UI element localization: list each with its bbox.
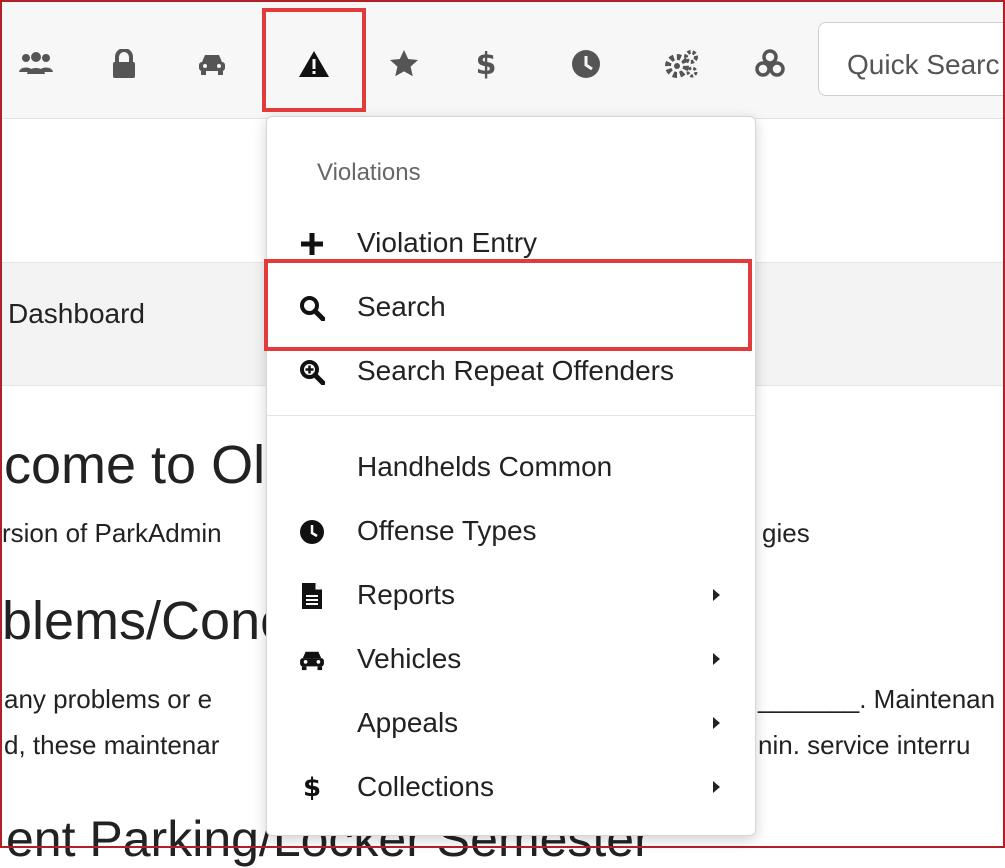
menu-item-label: Offense Types [357,515,537,546]
menu-item-label: Search Repeat Offenders [357,355,675,386]
problems-text-line1-right: _______. Maintenan [758,684,996,714]
menu-item-collections[interactable]: $ Collections [267,759,755,817]
lock-icon[interactable] [104,44,144,84]
menu-item-search-repeat-offenders[interactable]: Search Repeat Offenders [267,343,755,401]
search-item-highlight [264,259,752,351]
submenu-caret-icon [713,781,720,793]
violations-dropdown-menu: Violations Violation Entry Search Search… [266,116,756,836]
clock-icon[interactable] [566,44,606,84]
quick-search-input[interactable]: Quick Searc [818,22,1005,96]
menu-divider [267,415,755,416]
problems-text-line2-right: nin. service interru [758,730,971,760]
version-text-right: gies [762,518,810,548]
search-plus-icon [297,357,327,387]
submenu-caret-icon [713,653,720,665]
top-toolbar: $ Quick Searc [0,0,1005,119]
menu-item-label: Collections [357,771,494,802]
biohazard-icon[interactable] [750,44,790,84]
welcome-heading: come to Ol [4,435,266,495]
menu-item-reports[interactable]: Reports [267,567,755,625]
menu-item-offense-types[interactable]: Offense Types [267,503,755,561]
problems-heading: blems/Conc [2,591,288,651]
car-icon[interactable] [192,44,232,84]
menu-item-label: Vehicles [357,643,462,674]
problems-text-line1-left: any problems or e [4,684,213,714]
menu-item-handhelds-common[interactable]: Handhelds Common [267,439,755,497]
car-icon [297,645,327,675]
quick-search-placeholder: Quick Searc [847,49,1000,80]
plus-icon [297,229,327,259]
cogs-icon[interactable] [662,44,702,84]
dollar-icon: $ [302,773,322,803]
menu-item-label: Handhelds Common [357,451,613,482]
star-icon[interactable] [384,44,424,84]
menu-item-label: Reports [357,579,456,610]
submenu-caret-icon [713,717,720,729]
menu-header: Violations [317,159,421,186]
menu-item-appeals[interactable]: Appeals [267,695,755,753]
submenu-caret-icon [713,589,720,601]
menu-item-label: Violation Entry [357,227,538,258]
users-icon[interactable] [16,44,56,84]
file-icon [297,581,327,611]
dashboard-link[interactable]: Dashboard [8,298,145,330]
alert-icon-highlight [262,8,366,112]
menu-item-label: Appeals [357,707,459,738]
menu-item-vehicles[interactable]: Vehicles [267,631,755,689]
dollar-icon[interactable]: $ [466,44,506,84]
problems-text-line2-left: d, these maintenar [4,730,220,760]
version-text-left: rsion of ParkAdmin [2,518,222,548]
clock-icon [297,517,327,547]
